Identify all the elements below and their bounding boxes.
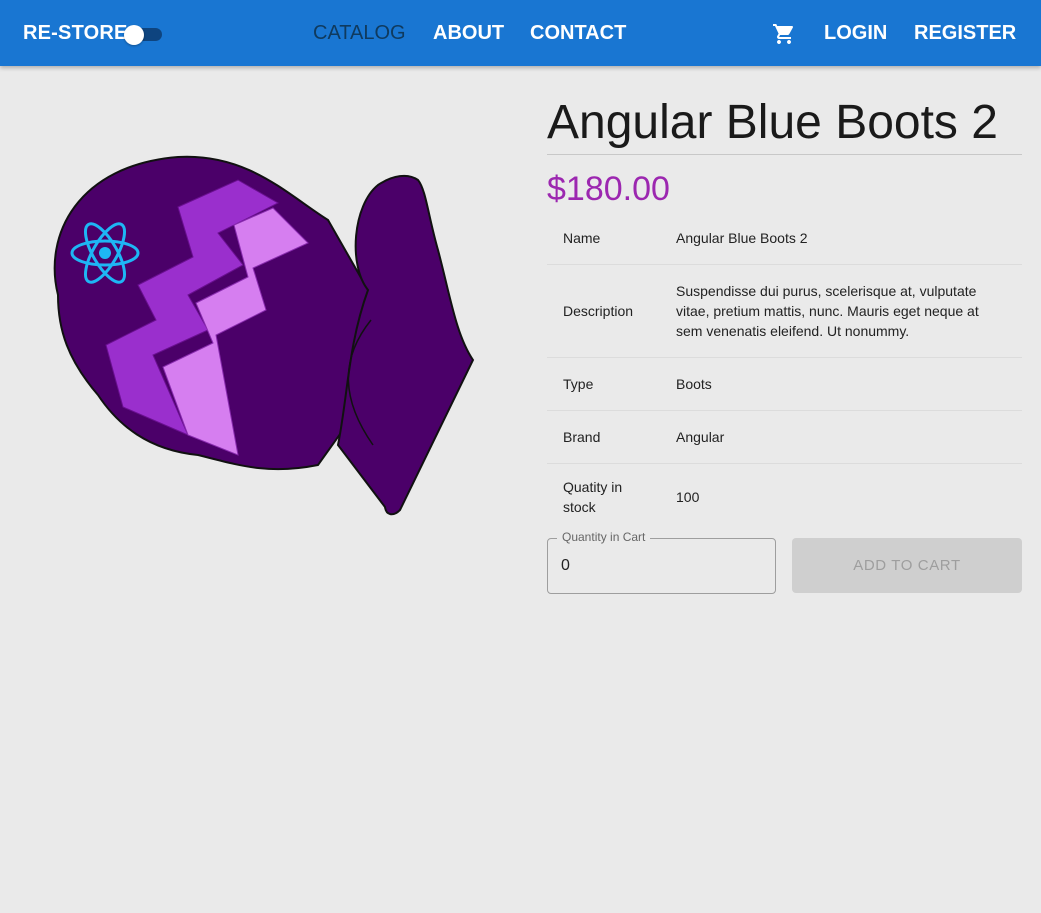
product-price: $180.00 [547, 170, 670, 208]
detail-key: Name [547, 212, 660, 265]
table-row: Type Boots [547, 357, 1022, 411]
login-link[interactable]: LOGIN [824, 22, 887, 45]
table-row: Brand Angular [547, 410, 1022, 464]
detail-key: Description [547, 264, 660, 358]
detail-value: Suspendisse dui purus, scelerisque at, v… [660, 264, 1022, 358]
register-link[interactable]: REGISTER [914, 22, 1016, 45]
quantity-in-cart-field[interactable]: Quantity in Cart 0 [547, 530, 776, 594]
brand-logo-text[interactable]: RE-STORE [23, 22, 128, 45]
detail-key: Quatity in stock [563, 479, 623, 515]
detail-value: Angular Blue Boots 2 [660, 212, 1022, 265]
title-divider [547, 154, 1022, 155]
detail-value: Boots [660, 357, 1022, 411]
table-row: Name Angular Blue Boots 2 [547, 212, 1022, 265]
table-row: Quatity in stock 100 [547, 464, 1022, 531]
quantity-input-value[interactable]: 0 [561, 557, 570, 575]
theme-toggle-switch[interactable] [124, 25, 162, 45]
app-bar: RE-STORE CATALOG ABOUT CONTACT LOGIN REG… [0, 0, 1041, 66]
quantity-field-label: Quantity in Cart [557, 530, 651, 544]
nav-contact-link[interactable]: CONTACT [530, 22, 626, 45]
shopping-cart-icon[interactable] [772, 22, 796, 46]
product-details-table: Name Angular Blue Boots 2 Description Su… [547, 212, 1022, 530]
add-to-cart-button[interactable]: ADD TO CART [792, 538, 1022, 593]
nav-catalog-link[interactable]: CATALOG [313, 22, 406, 45]
product-title: Angular Blue Boots 2 [547, 96, 998, 149]
detail-value: 100 [676, 489, 700, 505]
toggle-thumb[interactable] [124, 25, 144, 45]
table-row: Description Suspendisse dui purus, scele… [547, 264, 1022, 358]
detail-value: Angular [660, 410, 1022, 464]
nav-about-link[interactable]: ABOUT [433, 22, 504, 45]
detail-key: Type [547, 357, 660, 411]
detail-key: Brand [547, 410, 660, 464]
product-image [38, 145, 488, 525]
